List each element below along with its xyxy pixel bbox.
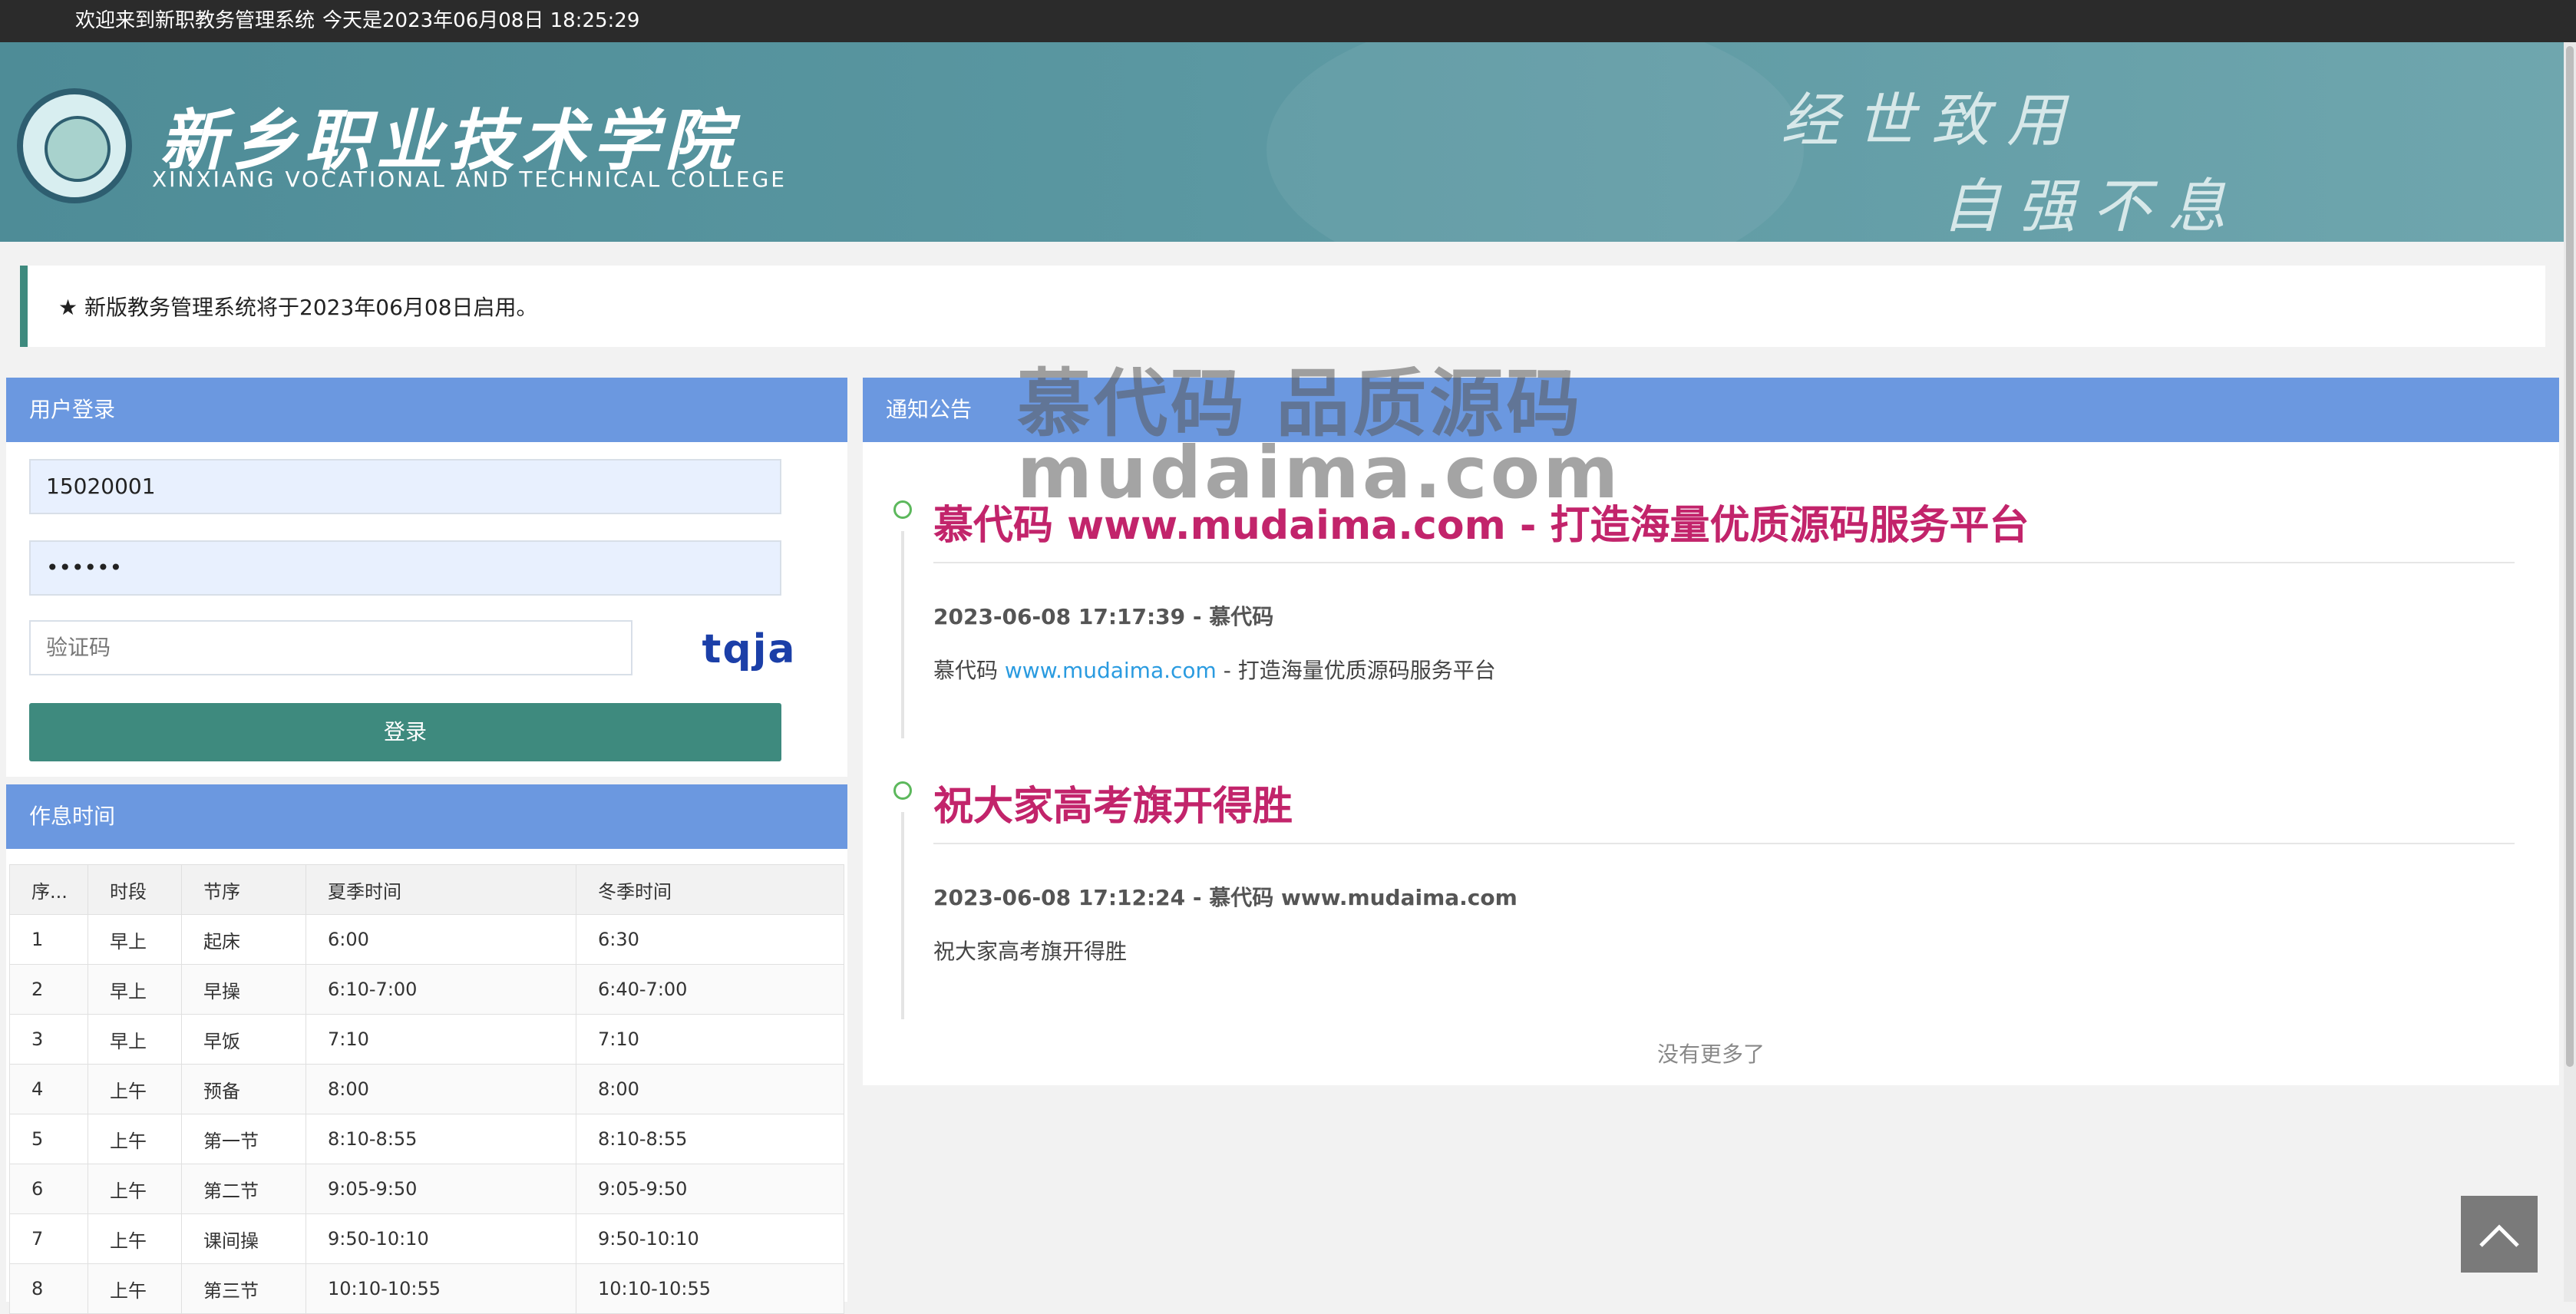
timeline-dot-icon <box>893 781 912 800</box>
scrollbar-thumb[interactable] <box>2566 46 2574 1067</box>
cell-index: 4 <box>9 1064 88 1114</box>
cell-winter: 8:00 <box>576 1064 844 1114</box>
login-panel: 用户登录 15020001 •••••• 验证码 tqja 登录 <box>6 378 847 777</box>
username-input[interactable]: 15020001 <box>29 459 781 514</box>
body-text-suffix: - 打造海量优质源码服务平台 <box>1216 658 1496 683</box>
current-datetime: 今天是2023年06月08日 18:25:29 <box>322 9 640 32</box>
cell-index: 1 <box>9 914 88 965</box>
college-name-en: XINXIANG VOCATIONAL AND TECHNICAL COLLEG… <box>152 167 787 192</box>
announcement-title-link[interactable]: 祝大家高考旗开得胜 <box>933 774 1293 831</box>
table-row: 1 早上 起床 6:00 6:30 <box>9 914 844 965</box>
cell-session: 起床 <box>181 914 306 965</box>
welcome-text: 欢迎来到新职教务管理系统 <box>75 9 315 32</box>
cell-period: 早上 <box>88 1014 182 1065</box>
cell-summer: 6:00 <box>305 914 576 965</box>
cell-winter: 6:30 <box>576 914 844 965</box>
column-header-period[interactable]: 时段 <box>88 864 182 915</box>
motto-line-1: 经世致用 <box>1781 86 2082 154</box>
cell-session: 早饭 <box>181 1014 306 1065</box>
column-header-winter[interactable]: 冬季时间 <box>576 864 844 915</box>
cell-index: 5 <box>9 1114 88 1164</box>
announcement-body: 祝大家高考旗开得胜 <box>933 939 1128 964</box>
login-button[interactable]: 登录 <box>29 703 781 761</box>
cell-period: 早上 <box>88 914 182 965</box>
no-more-text: 没有更多了 <box>1656 1042 1765 1067</box>
table-header-row: 序... 时段 节序 夏季时间 冬季时间 <box>9 864 844 915</box>
table-row: 2 早上 早操 6:10-7:00 6:40-7:00 <box>9 964 844 1015</box>
notice-text: ★ 新版教务管理系统将于2023年06月08日启用。 <box>58 295 538 320</box>
table-row: 5 上午 第一节 8:10-8:55 8:10-8:55 <box>9 1114 844 1164</box>
cell-index: 7 <box>9 1213 88 1264</box>
column-header-session[interactable]: 节序 <box>181 864 306 915</box>
announcement-divider <box>933 562 2515 563</box>
cell-summer: 7:10 <box>305 1014 576 1065</box>
cell-summer: 6:10-7:00 <box>305 964 576 1015</box>
banner-decoration <box>1267 42 1804 242</box>
password-input[interactable]: •••••• <box>29 540 781 596</box>
table-row: 3 早上 早饭 7:10 7:10 <box>9 1014 844 1065</box>
schedule-panel-title: 作息时间 <box>6 784 847 849</box>
cell-period: 上午 <box>88 1064 182 1114</box>
cell-winter: 8:10-8:55 <box>576 1114 844 1164</box>
chevron-up-icon <box>2479 1224 2519 1247</box>
cell-winter: 9:50-10:10 <box>576 1213 844 1264</box>
cell-winter: 10:10-10:55 <box>576 1263 844 1314</box>
schedule-panel: 作息时间 序... 时段 节序 夏季时间 冬季时间 1 早上 起床 6:00 6… <box>6 784 847 1314</box>
cell-period: 上午 <box>88 1263 182 1314</box>
header-banner: 新乡职业技术学院 XINXIANG VOCATIONAL AND TECHNIC… <box>0 42 2564 242</box>
body-link[interactable]: www.mudaima.com <box>1005 658 1217 683</box>
cell-session: 课间操 <box>181 1213 306 1264</box>
cell-session: 第二节 <box>181 1164 306 1214</box>
cell-index: 8 <box>9 1263 88 1314</box>
login-panel-title: 用户登录 <box>6 378 847 442</box>
announcement-divider <box>933 843 2515 844</box>
table-row: 8 上午 第三节 10:10-10:55 10:10-10:55 <box>9 1263 844 1314</box>
column-header-summer[interactable]: 夏季时间 <box>305 864 576 915</box>
back-to-top-button[interactable] <box>2461 1196 2538 1273</box>
cell-index: 3 <box>9 1014 88 1065</box>
captcha-image[interactable]: tqja <box>672 622 826 677</box>
cell-summer: 9:50-10:10 <box>305 1213 576 1264</box>
table-row: 4 上午 预备 8:00 8:00 <box>9 1064 844 1114</box>
timeline-line <box>901 812 904 1019</box>
cell-winter: 6:40-7:00 <box>576 964 844 1015</box>
table-row: 6 上午 第二节 9:05-9:50 9:05-9:50 <box>9 1164 844 1214</box>
watermark-line-2: mudaima.com <box>1017 431 1622 515</box>
cell-session: 预备 <box>181 1064 306 1114</box>
timeline-line <box>901 531 904 738</box>
announcement-meta: 2023-06-08 17:12:24 - 慕代码 www.mudaima.co… <box>933 885 1518 910</box>
timeline-dot-icon <box>893 500 912 519</box>
cell-period: 上午 <box>88 1164 182 1214</box>
cell-summer: 9:05-9:50 <box>305 1164 576 1214</box>
cell-summer: 10:10-10:55 <box>305 1263 576 1314</box>
cell-summer: 8:10-8:55 <box>305 1114 576 1164</box>
table-row: 7 上午 课间操 9:50-10:10 9:50-10:10 <box>9 1213 844 1264</box>
system-notice: ★ 新版教务管理系统将于2023年06月08日启用。 <box>20 266 2545 347</box>
cell-index: 2 <box>9 964 88 1015</box>
cell-index: 6 <box>9 1164 88 1214</box>
cell-session: 早操 <box>181 964 306 1015</box>
schedule-table: 序... 时段 节序 夏季时间 冬季时间 1 早上 起床 6:00 6:30 2… <box>9 864 844 1314</box>
cell-period: 上午 <box>88 1114 182 1164</box>
cell-summer: 8:00 <box>305 1064 576 1114</box>
college-logo <box>17 88 132 203</box>
announcement-body: 慕代码 www.mudaima.com - 打造海量优质源码服务平台 <box>933 654 1496 685</box>
cell-period: 早上 <box>88 964 182 1015</box>
cell-period: 上午 <box>88 1213 182 1264</box>
announcement-meta: 2023-06-08 17:17:39 - 慕代码 <box>933 604 1274 629</box>
cell-winter: 9:05-9:50 <box>576 1164 844 1214</box>
captcha-input[interactable]: 验证码 <box>29 620 632 675</box>
cell-session: 第一节 <box>181 1114 306 1164</box>
motto-line-2: 自强不息 <box>1942 172 2243 240</box>
cell-winter: 7:10 <box>576 1014 844 1065</box>
column-header-index[interactable]: 序... <box>9 864 88 915</box>
top-bar: 欢迎来到新职教务管理系统 今天是2023年06月08日 18:25:29 <box>0 0 2576 42</box>
cell-session: 第三节 <box>181 1263 306 1314</box>
body-text: 慕代码 <box>933 658 1005 683</box>
